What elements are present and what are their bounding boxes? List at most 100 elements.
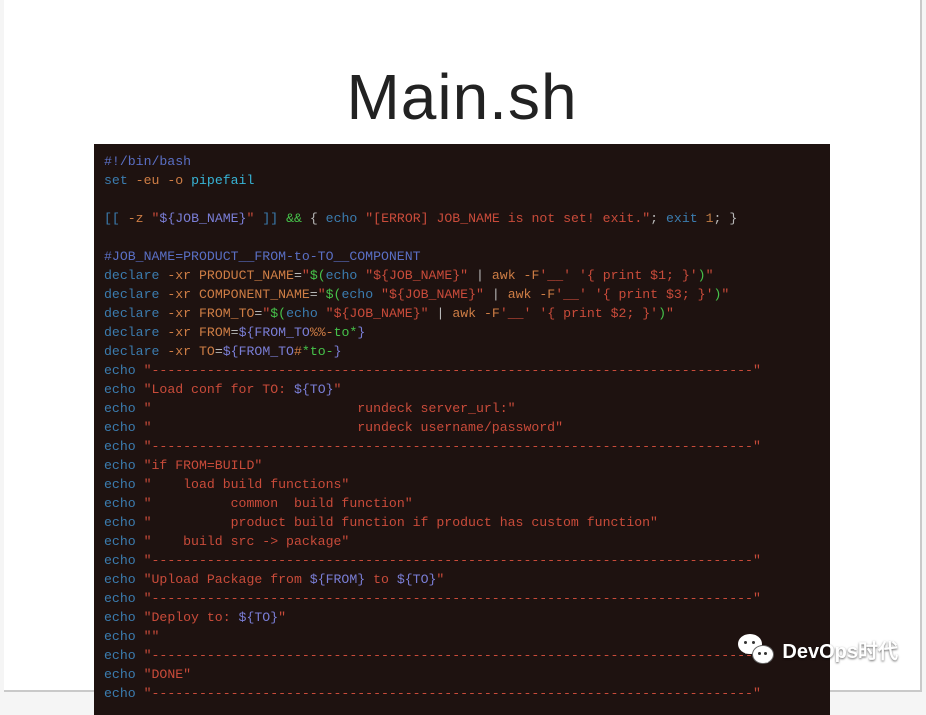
slide-frame: Main.sh #!/bin/bash set -eu -o pipefail … — [4, 0, 922, 692]
code-token: echo — [104, 667, 136, 682]
code-token: } — [334, 344, 342, 359]
code-token: echo — [104, 363, 136, 378]
code-token: "" — [144, 629, 160, 644]
code-token: '{ print $3; }' — [595, 287, 714, 302]
code-token: ${JOB_NAME} — [159, 211, 246, 226]
code-token: COMPONENT_NAME — [199, 287, 310, 302]
code-token: echo — [104, 382, 136, 397]
code-token: echo — [104, 686, 136, 701]
code-token: " load build functions" — [144, 477, 350, 492]
code-token: echo — [286, 306, 318, 321]
code-token: '{ print $1; }' — [579, 268, 698, 283]
code-token: PRODUCT_NAME — [199, 268, 294, 283]
code-token: " product build function if product has … — [144, 515, 658, 530]
code-token: declare — [104, 287, 159, 302]
code-token: } — [357, 325, 365, 340]
code-token: " rundeck username/password" — [144, 420, 563, 435]
code-token: FROM_TO — [254, 325, 309, 340]
code-token: "---------------------------------------… — [144, 439, 761, 454]
code-token: # — [294, 344, 302, 359]
code-token: "[ERROR] JOB_NAME is not set! exit." — [365, 211, 650, 226]
code-line: #JOB_NAME=PRODUCT__FROM-to-TO__COMPONENT — [104, 249, 421, 264]
code-token: ${TO} — [294, 382, 334, 397]
code-token: " common build function" — [144, 496, 413, 511]
code-token: awk — [508, 287, 532, 302]
code-token: echo — [104, 439, 136, 454]
code-token: declare — [104, 344, 159, 359]
code-token: = — [294, 268, 302, 283]
code-token: echo — [104, 496, 136, 511]
code-token: echo — [341, 287, 373, 302]
code-token: echo — [104, 553, 136, 568]
code-token: " — [278, 610, 286, 625]
code-token: -xr — [167, 306, 191, 321]
slide-title: Main.sh — [4, 0, 920, 144]
code-token: ) — [658, 306, 666, 321]
code-token: " — [318, 287, 326, 302]
code-token: echo — [104, 648, 136, 663]
code-token: "Upload Package from — [144, 572, 310, 587]
code-token: echo — [104, 591, 136, 606]
code-token: = — [215, 344, 223, 359]
code-token: -F — [484, 306, 500, 321]
code-token: [[ — [104, 211, 120, 226]
code-token: "---------------------------------------… — [144, 648, 761, 663]
code-token: $( — [270, 306, 286, 321]
code-token: "Deploy to: — [144, 610, 239, 625]
code-token: " — [706, 268, 714, 283]
code-token: echo — [104, 401, 136, 416]
watermark-text: DevOps时代 — [782, 635, 898, 664]
code-token: to — [365, 572, 397, 587]
code-token: "${JOB_NAME}" — [365, 268, 468, 283]
code-token: awk — [452, 306, 476, 321]
code-token: -xr — [167, 344, 191, 359]
code-token: FROM_TO — [239, 344, 294, 359]
code-token: FROM — [199, 325, 231, 340]
code-token: awk — [492, 268, 516, 283]
code-token: $( — [310, 268, 326, 283]
code-token: ${TO} — [239, 610, 279, 625]
code-token: 1 — [706, 211, 714, 226]
code-token: TO — [199, 344, 215, 359]
code-token: "DONE" — [144, 667, 191, 682]
code-token: pipefail — [191, 173, 254, 188]
code-token: "Load conf for TO: — [144, 382, 294, 397]
code-token: '__' — [539, 268, 571, 283]
code-token: " — [436, 572, 444, 587]
code-token: { — [310, 211, 318, 226]
code-token: ) — [698, 268, 706, 283]
code-token: declare — [104, 306, 159, 321]
code-token: echo — [104, 610, 136, 625]
code-token: "---------------------------------------… — [144, 363, 761, 378]
code-token: echo — [326, 268, 358, 283]
code-token: " build src -> package" — [144, 534, 350, 549]
code-token: ${FROM} — [310, 572, 365, 587]
code-token: "if FROM=BUILD" — [144, 458, 263, 473]
code-token: = — [231, 325, 239, 340]
code-token: echo — [104, 420, 136, 435]
code-token: echo — [104, 534, 136, 549]
code-token: ${TO} — [397, 572, 437, 587]
code-token: = — [310, 287, 318, 302]
code-token: "${JOB_NAME}" — [326, 306, 429, 321]
code-token: echo — [104, 629, 136, 644]
wechat-icon — [738, 634, 774, 664]
code-token: '__' — [500, 306, 532, 321]
code-token: echo — [104, 458, 136, 473]
code-token: " rundeck server_url:" — [144, 401, 516, 416]
code-token: *to- — [302, 344, 334, 359]
code-token: && — [286, 211, 302, 226]
code-token: " — [246, 211, 254, 226]
code-token: declare — [104, 325, 159, 340]
code-block: #!/bin/bash set -eu -o pipefail [[ -z "$… — [94, 144, 830, 715]
code-token: "---------------------------------------… — [144, 686, 761, 701]
code-token: exit — [666, 211, 698, 226]
code-token: '{ print $2; }' — [539, 306, 658, 321]
code-token: | — [476, 268, 484, 283]
code-token: -F — [539, 287, 555, 302]
code-token: " — [302, 268, 310, 283]
code-token: %%- — [310, 325, 334, 340]
code-token: | — [492, 287, 500, 302]
code-token: ; — [650, 211, 658, 226]
code-token: $( — [326, 287, 342, 302]
